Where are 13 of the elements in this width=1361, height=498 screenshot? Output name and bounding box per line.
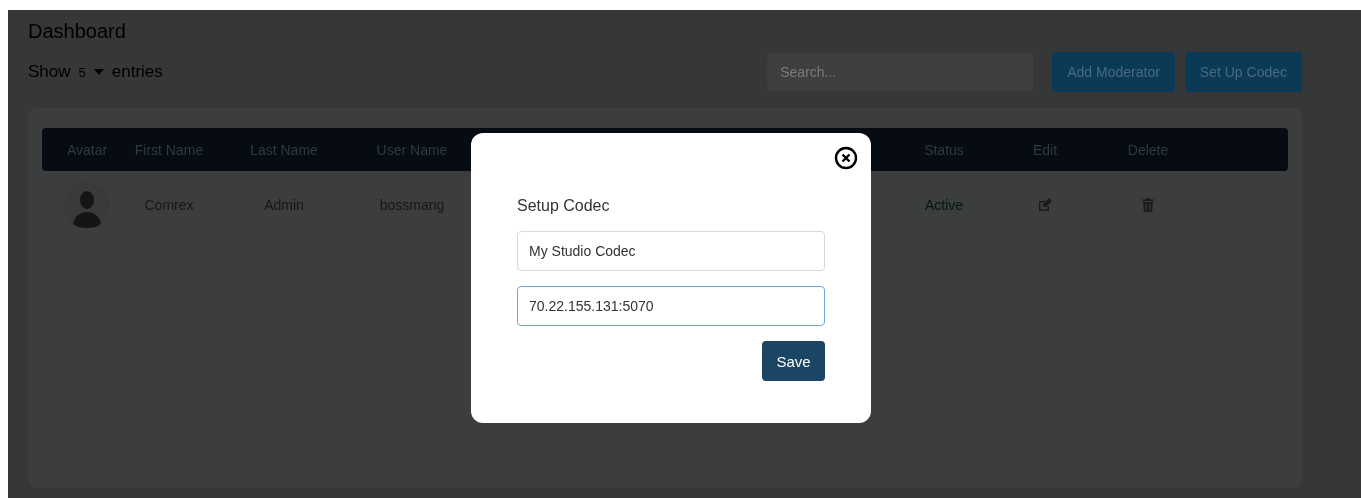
trash-icon[interactable] (1142, 198, 1154, 212)
show-label: Show (28, 62, 71, 82)
caret-icon (93, 69, 104, 75)
page-title: Dashboard (28, 20, 127, 42)
close-icon[interactable] (834, 146, 858, 170)
dialog-title: Setup Codec (517, 197, 611, 215)
input-field[interactable]: 70.22.155.131:5070 (517, 286, 825, 326)
save-button[interactable]: Save (762, 341, 825, 381)
entries-label: entries (111, 62, 163, 82)
input-field[interactable]: My Studio Codec (517, 231, 825, 271)
status-text: Active (923, 197, 965, 213)
edit-icon[interactable] (1038, 198, 1052, 212)
search-field[interactable]: Search... (767, 53, 1035, 91)
